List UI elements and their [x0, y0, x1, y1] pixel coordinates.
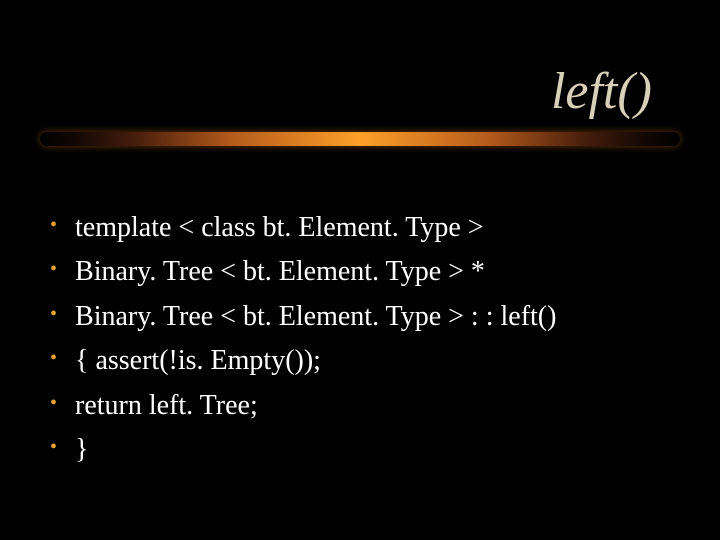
list-item: • Binary. Tree < bt. Element. Type > : :… — [50, 299, 670, 335]
bullet-icon: • — [50, 214, 57, 237]
bullet-text: template < class bt. Element. Type > — [75, 210, 484, 246]
bullet-icon: • — [50, 347, 57, 370]
bullet-text: return left. Tree; — [75, 388, 258, 424]
list-item: • Binary. Tree < bt. Element. Type > * — [50, 254, 670, 290]
bullet-icon: • — [50, 436, 57, 459]
slide-title: left() — [551, 62, 652, 121]
bullet-text: Binary. Tree < bt. Element. Type > * — [75, 254, 485, 290]
list-item: • } — [50, 432, 670, 468]
bullet-icon: • — [50, 392, 57, 415]
list-item: • return left. Tree; — [50, 388, 670, 424]
list-item: • template < class bt. Element. Type > — [50, 210, 670, 246]
bullet-text: Binary. Tree < bt. Element. Type > : : l… — [75, 299, 556, 335]
bullet-icon: • — [50, 258, 57, 281]
content-area: • template < class bt. Element. Type > •… — [50, 210, 670, 476]
bullet-text: } — [75, 432, 88, 468]
divider-bar — [40, 132, 680, 146]
bullet-icon: • — [50, 303, 57, 326]
bullet-text: { assert(!is. Empty()); — [75, 343, 321, 379]
list-item: • { assert(!is. Empty()); — [50, 343, 670, 379]
